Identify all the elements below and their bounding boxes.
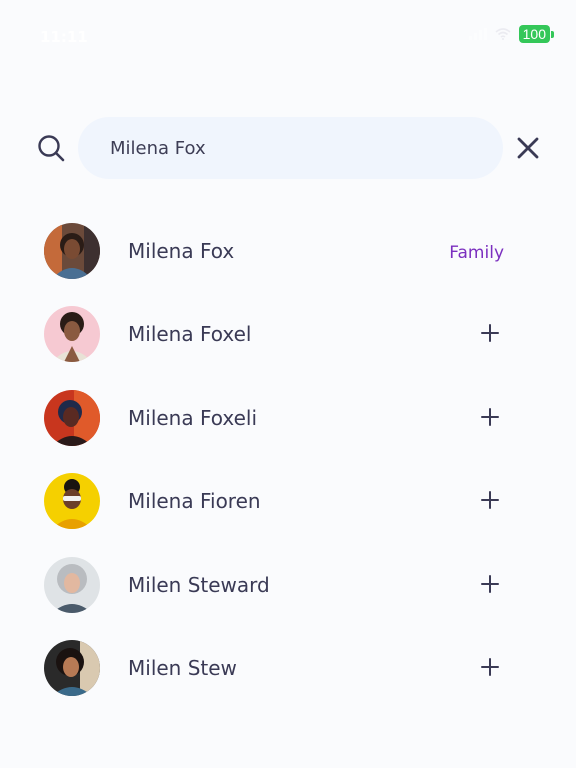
battery-tip xyxy=(551,30,554,38)
avatar xyxy=(44,306,100,363)
status-indicators: 100 xyxy=(468,25,554,43)
avatar xyxy=(44,389,100,446)
status-time: 11:11 xyxy=(40,28,88,46)
battery-icon: 100 xyxy=(518,25,554,43)
plus-icon[interactable] xyxy=(480,574,500,594)
wifi-icon xyxy=(495,28,511,40)
contact-name: Milena Foxeli xyxy=(128,405,258,430)
battery-level: 100 xyxy=(518,25,550,43)
plus-icon[interactable] xyxy=(480,323,500,343)
contact-name: Milen Steward xyxy=(128,572,270,597)
contact-item[interactable]: Milena Foxeli xyxy=(0,377,576,460)
plus-icon[interactable] xyxy=(480,407,500,427)
search-input[interactable] xyxy=(78,117,503,179)
close-icon[interactable] xyxy=(515,135,541,161)
contact-item[interactable]: Milena Fioren xyxy=(0,460,576,543)
plus-icon[interactable] xyxy=(480,657,500,677)
contact-item[interactable]: Milena Foxel xyxy=(0,293,576,376)
contact-item[interactable]: Milen Stew xyxy=(0,627,576,710)
contact-name: Milen Stew xyxy=(128,655,237,680)
contact-item[interactable]: Milena Fox Family xyxy=(0,210,576,293)
contact-name: Milena Fioren xyxy=(128,489,261,514)
contact-tag-badge[interactable]: Family xyxy=(449,243,504,263)
contact-list: Milena Fox Family Milena Foxel Milena Fo… xyxy=(0,210,576,710)
contact-item[interactable]: Milen Steward xyxy=(0,544,576,627)
signal-icon xyxy=(468,28,487,40)
avatar xyxy=(44,223,100,279)
avatar xyxy=(44,639,100,696)
search-row xyxy=(0,115,576,181)
avatar xyxy=(44,473,100,530)
status-bar: 11:11 100 xyxy=(0,0,576,70)
contact-name: Milena Fox xyxy=(128,239,235,263)
avatar xyxy=(44,556,100,613)
search-icon[interactable] xyxy=(37,134,65,162)
contact-name: Milena Foxel xyxy=(128,322,252,347)
plus-icon[interactable] xyxy=(480,490,500,510)
